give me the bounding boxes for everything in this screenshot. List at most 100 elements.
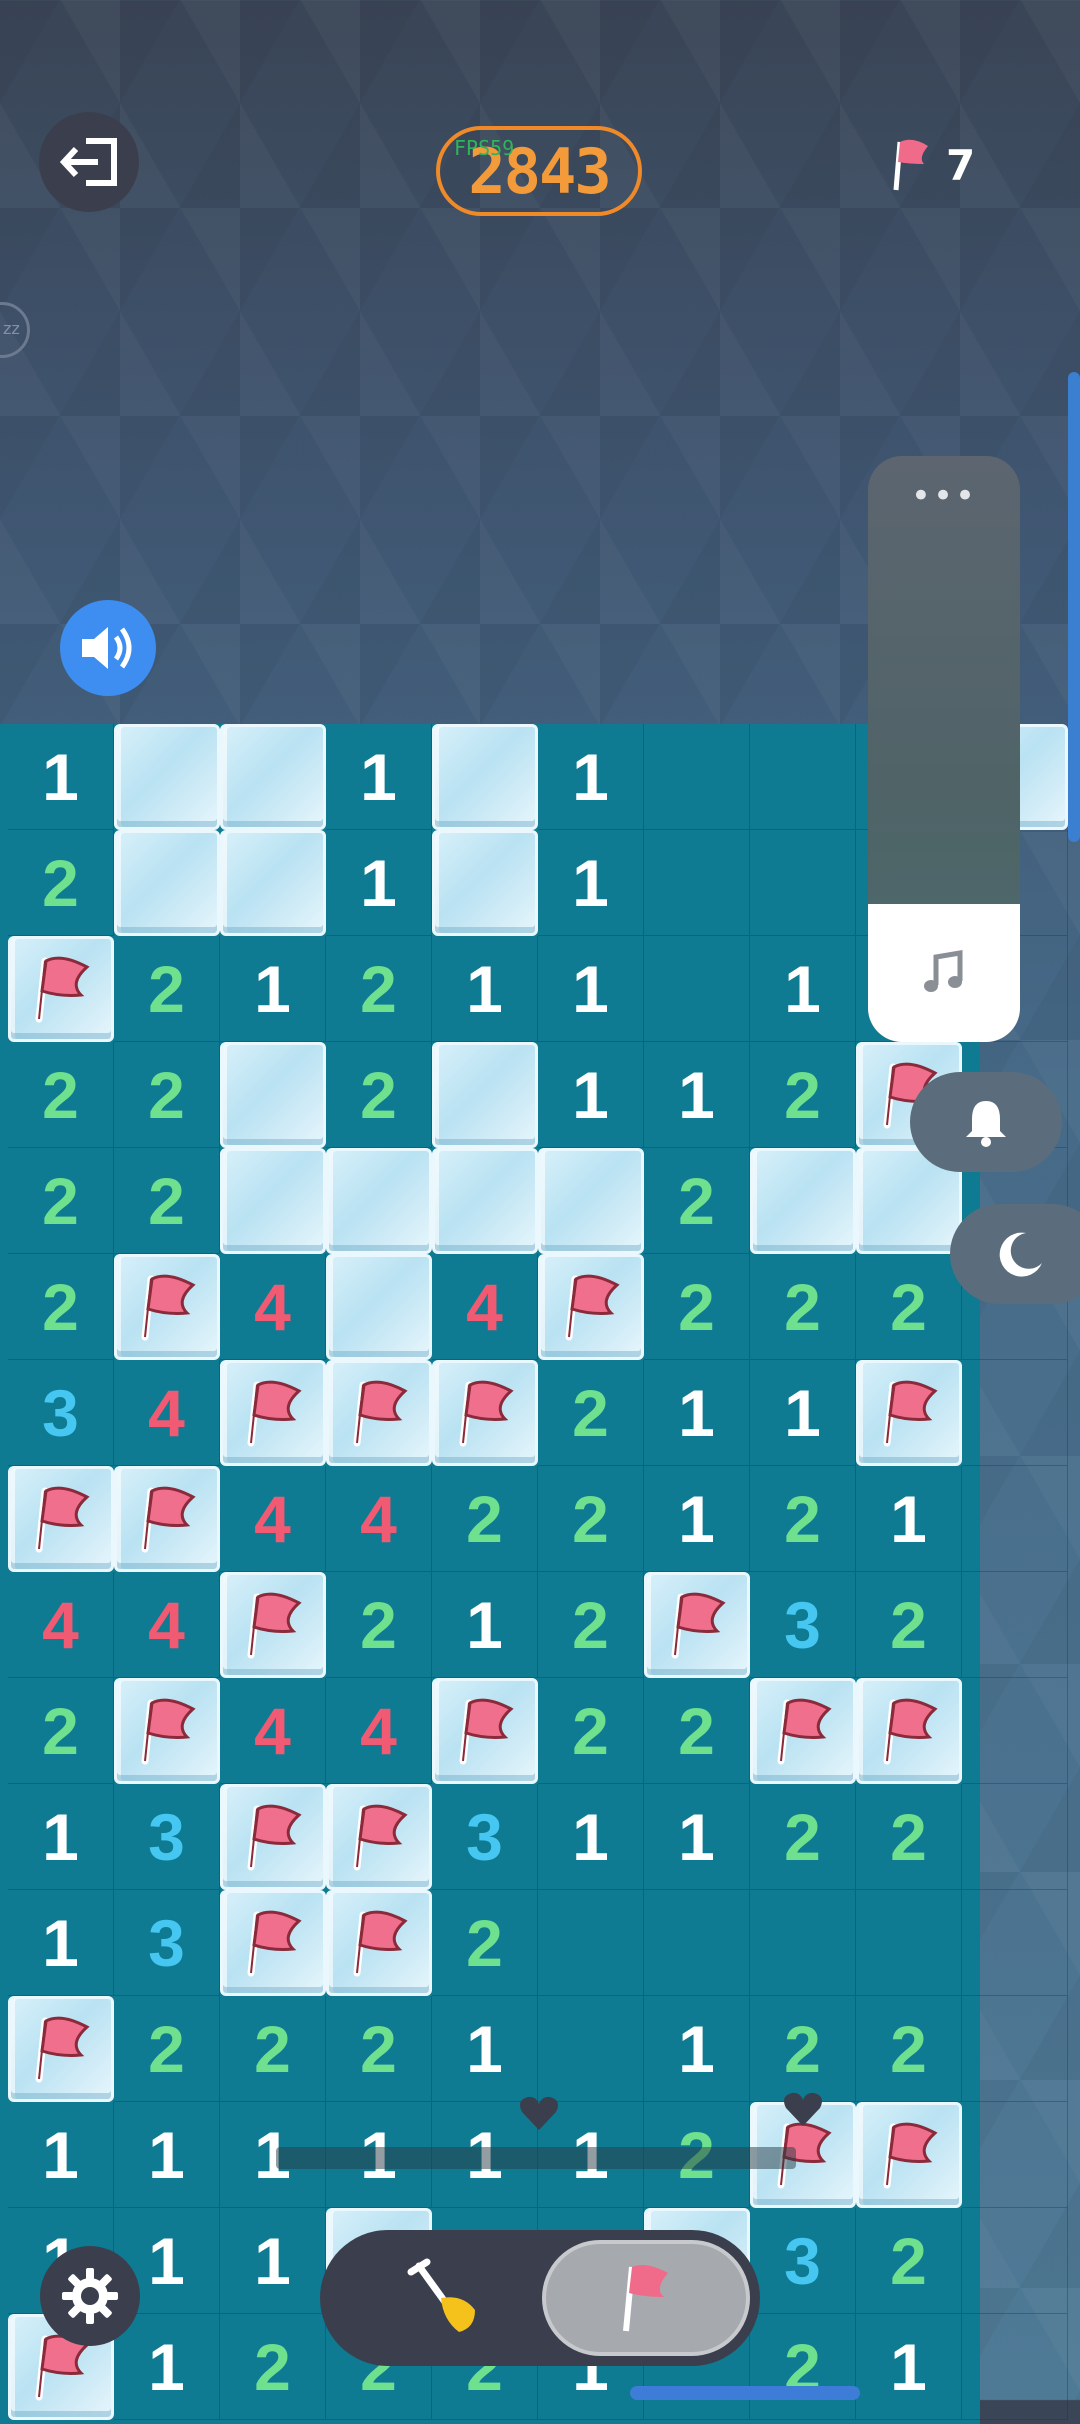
revealed-cell[interactable]: 1 xyxy=(644,1784,750,1890)
unrevealed-cell[interactable] xyxy=(220,724,326,830)
revealed-cell[interactable]: 1 xyxy=(538,724,644,830)
revealed-cell[interactable] xyxy=(538,1890,644,1996)
revealed-cell[interactable]: 2 xyxy=(856,1254,962,1360)
revealed-cell[interactable]: 3 xyxy=(8,1360,114,1466)
revealed-cell[interactable] xyxy=(750,724,856,830)
revealed-cell[interactable]: 3 xyxy=(114,1890,220,1996)
revealed-cell[interactable] xyxy=(962,1360,1068,1466)
revealed-cell[interactable] xyxy=(962,2102,1068,2208)
revealed-cell[interactable]: 4 xyxy=(114,1360,220,1466)
revealed-cell[interactable]: 1 xyxy=(432,1572,538,1678)
revealed-cell[interactable]: 2 xyxy=(326,936,432,1042)
revealed-cell[interactable] xyxy=(750,830,856,936)
revealed-cell[interactable]: 3 xyxy=(750,1572,856,1678)
revealed-cell[interactable]: 1 xyxy=(644,1042,750,1148)
revealed-cell[interactable]: 4 xyxy=(220,1466,326,1572)
revealed-cell[interactable]: 2 xyxy=(114,1042,220,1148)
dig-mode-button[interactable] xyxy=(380,2250,510,2346)
flagged-cell[interactable] xyxy=(856,1678,962,1784)
revealed-cell[interactable]: 2 xyxy=(326,1996,432,2102)
revealed-cell[interactable]: 1 xyxy=(432,936,538,1042)
flag-mode-button[interactable] xyxy=(542,2240,750,2356)
revealed-cell[interactable]: 2 xyxy=(750,1784,856,1890)
revealed-cell[interactable]: 1 xyxy=(432,1996,538,2102)
revealed-cell[interactable] xyxy=(856,1890,962,1996)
unrevealed-cell[interactable] xyxy=(114,724,220,830)
revealed-cell[interactable]: 2 xyxy=(644,1678,750,1784)
sound-toggle-button[interactable] xyxy=(60,600,156,696)
exit-button[interactable] xyxy=(39,112,139,212)
revealed-cell[interactable] xyxy=(962,1678,1068,1784)
revealed-cell[interactable] xyxy=(962,2314,1068,2420)
unrevealed-cell[interactable] xyxy=(432,1042,538,1148)
revealed-cell[interactable]: 2 xyxy=(538,1466,644,1572)
revealed-cell[interactable]: 1 xyxy=(8,2102,114,2208)
revealed-cell[interactable]: 2 xyxy=(750,1254,856,1360)
flagged-cell[interactable] xyxy=(220,1784,326,1890)
revealed-cell[interactable]: 2 xyxy=(750,1042,856,1148)
revealed-cell[interactable] xyxy=(750,1890,856,1996)
revealed-cell[interactable]: 2 xyxy=(644,1148,750,1254)
flagged-cell[interactable] xyxy=(114,1466,220,1572)
revealed-cell[interactable]: 1 xyxy=(538,1784,644,1890)
revealed-cell[interactable] xyxy=(962,1572,1068,1678)
flagged-cell[interactable] xyxy=(326,1360,432,1466)
revealed-cell[interactable]: 2 xyxy=(326,1572,432,1678)
revealed-cell[interactable]: 1 xyxy=(856,2314,962,2420)
revealed-cell[interactable]: 2 xyxy=(750,2314,856,2420)
flagged-cell[interactable] xyxy=(326,1784,432,1890)
unrevealed-cell[interactable] xyxy=(114,830,220,936)
unrevealed-cell[interactable] xyxy=(432,1148,538,1254)
revealed-cell[interactable]: 1 xyxy=(326,724,432,830)
unrevealed-cell[interactable] xyxy=(538,1148,644,1254)
revealed-cell[interactable]: 2 xyxy=(432,1466,538,1572)
revealed-cell[interactable]: 4 xyxy=(326,1466,432,1572)
revealed-cell[interactable]: 1 xyxy=(644,1466,750,1572)
revealed-cell[interactable]: 1 xyxy=(750,1360,856,1466)
revealed-cell[interactable]: 2 xyxy=(538,1360,644,1466)
revealed-cell[interactable]: 1 xyxy=(8,1784,114,1890)
night-mode-button[interactable] xyxy=(950,1204,1080,1304)
flagged-cell[interactable] xyxy=(856,2102,962,2208)
revealed-cell[interactable]: 2 xyxy=(644,1254,750,1360)
revealed-cell[interactable]: 4 xyxy=(8,1572,114,1678)
revealed-cell[interactable]: 2 xyxy=(432,1890,538,1996)
revealed-cell[interactable]: 2 xyxy=(856,1572,962,1678)
unrevealed-cell[interactable] xyxy=(432,830,538,936)
unrevealed-cell[interactable] xyxy=(220,1148,326,1254)
flagged-cell[interactable] xyxy=(856,1360,962,1466)
unrevealed-cell[interactable] xyxy=(220,830,326,936)
revealed-cell[interactable] xyxy=(962,1784,1068,1890)
revealed-cell[interactable] xyxy=(538,1996,644,2102)
flagged-cell[interactable] xyxy=(432,1360,538,1466)
revealed-cell[interactable]: 1 xyxy=(8,724,114,830)
revealed-cell[interactable]: 1 xyxy=(538,1042,644,1148)
revealed-cell[interactable] xyxy=(962,2208,1068,2314)
revealed-cell[interactable] xyxy=(644,724,750,830)
revealed-cell[interactable]: 4 xyxy=(326,1678,432,1784)
media-control-panel[interactable]: ••• xyxy=(868,456,1020,1042)
unrevealed-cell[interactable] xyxy=(220,1042,326,1148)
revealed-cell[interactable]: 2 xyxy=(220,1996,326,2102)
unrevealed-cell[interactable] xyxy=(432,724,538,830)
flagged-cell[interactable] xyxy=(432,1678,538,1784)
revealed-cell[interactable]: 4 xyxy=(220,1678,326,1784)
flagged-cell[interactable] xyxy=(750,1678,856,1784)
revealed-cell[interactable]: 4 xyxy=(432,1254,538,1360)
flagged-cell[interactable] xyxy=(8,1996,114,2102)
revealed-cell[interactable]: 2 xyxy=(8,1678,114,1784)
flagged-cell[interactable] xyxy=(220,1890,326,1996)
revealed-cell[interactable]: 1 xyxy=(114,2102,220,2208)
flagged-cell[interactable] xyxy=(8,936,114,1042)
revealed-cell[interactable] xyxy=(962,1466,1068,1572)
notification-button[interactable] xyxy=(910,1072,1062,1172)
revealed-cell[interactable]: 1 xyxy=(8,1890,114,1996)
revealed-cell[interactable]: 2 xyxy=(8,1042,114,1148)
unrevealed-cell[interactable] xyxy=(326,1148,432,1254)
revealed-cell[interactable]: 2 xyxy=(8,830,114,936)
revealed-cell[interactable]: 2 xyxy=(114,1148,220,1254)
revealed-cell[interactable]: 3 xyxy=(432,1784,538,1890)
revealed-cell[interactable]: 1 xyxy=(644,1360,750,1466)
revealed-cell[interactable] xyxy=(644,1890,750,1996)
revealed-cell[interactable]: 1 xyxy=(644,1996,750,2102)
